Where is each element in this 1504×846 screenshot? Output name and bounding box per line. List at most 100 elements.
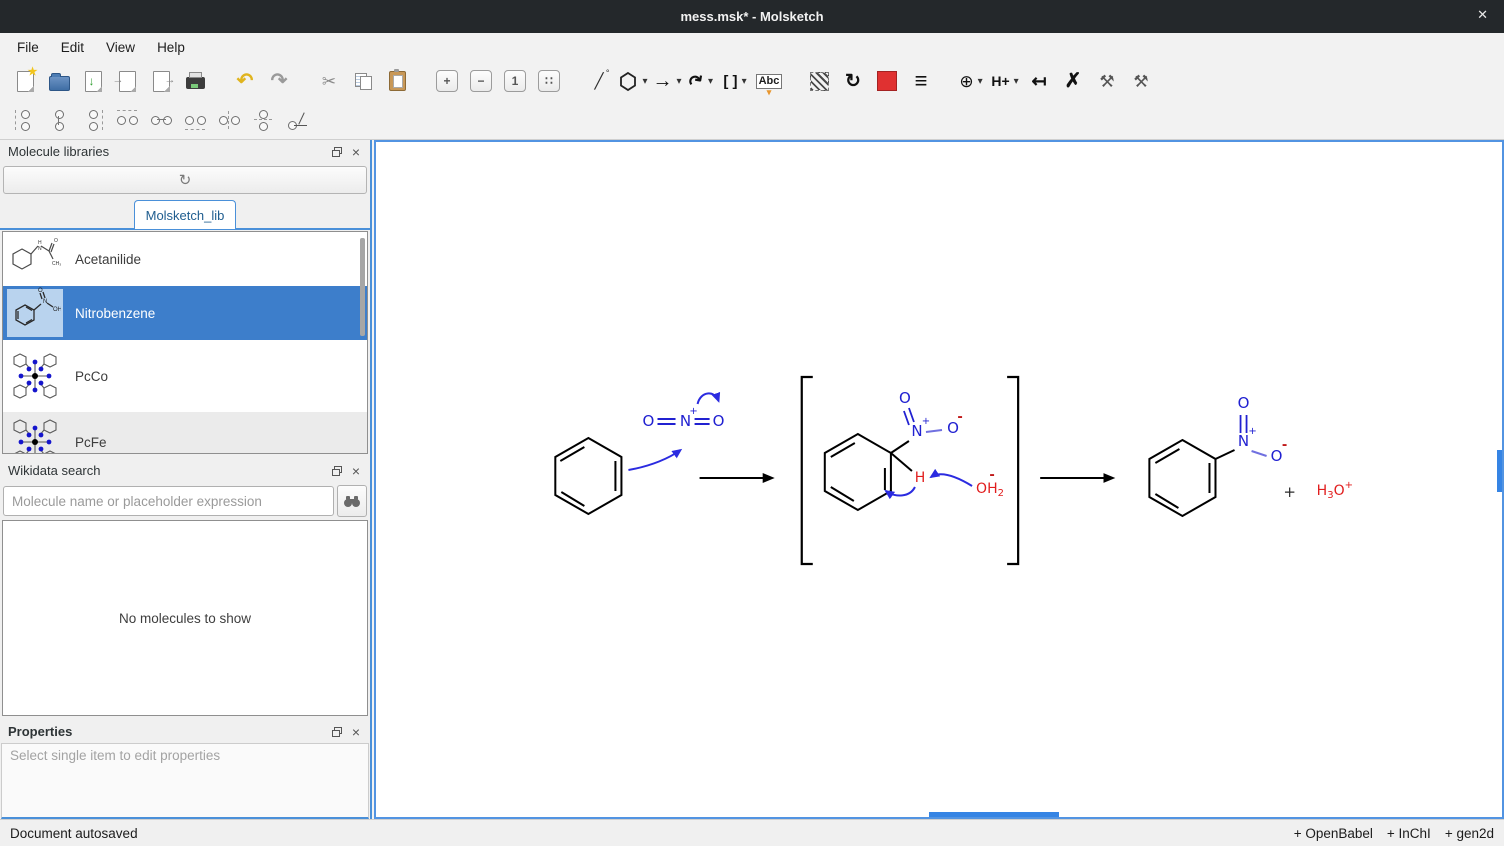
svg-text:+: + <box>922 416 930 427</box>
undo-button[interactable]: ↶ <box>228 65 262 97</box>
menu-help[interactable]: Help <box>146 40 196 55</box>
library-item-pcfe[interactable]: PcFe <box>3 412 367 454</box>
text-tool-button[interactable]: Abc <box>752 65 786 97</box>
align-left-button[interactable] <box>8 104 42 136</box>
zoom-fit-button[interactable]: ∷ <box>532 65 566 97</box>
merge-atoms-button[interactable] <box>144 104 178 136</box>
chevron-down-icon[interactable]: ▾ <box>642 76 647 87</box>
float-panel-icon[interactable] <box>332 727 342 737</box>
undo-icon: ↶ <box>237 71 254 91</box>
distribute-horizontally-button[interactable] <box>212 104 246 136</box>
delete-tool-button[interactable]: ✗ <box>1056 65 1090 97</box>
tab-molsketch-lib[interactable]: Molsketch_lib <box>134 200 236 229</box>
clean-selection-tool-button[interactable]: ⚒ <box>1124 65 1158 97</box>
close-panel-icon[interactable]: × <box>352 145 360 159</box>
charge-tool-icon: ⊕ <box>959 73 973 90</box>
menu-view[interactable]: View <box>95 40 146 55</box>
clean-structure-tool-button[interactable]: ⚒ <box>1090 65 1124 97</box>
new-document-button[interactable]: ★ <box>8 65 42 97</box>
arenium-intermediate[interactable]: O N + O - H <box>825 389 963 510</box>
chevron-down-icon[interactable]: ▾ <box>708 76 713 87</box>
nitronium-ion[interactable]: O N + O <box>643 406 725 430</box>
wikidata-panel-titlebar: Wikidata search × <box>0 459 370 482</box>
align-right-icon <box>82 109 104 131</box>
drawing-canvas[interactable]: O N + O <box>374 140 1504 819</box>
molecule-search-input[interactable] <box>3 486 334 516</box>
properties-panel-titlebar: Properties × <box>0 720 370 743</box>
mechanism-arrow-pi-shift[interactable] <box>698 393 719 404</box>
print-button[interactable] <box>178 65 212 97</box>
float-panel-icon[interactable] <box>332 466 342 476</box>
library-item-nitrobenzene[interactable]: NOOHNitrobenzene <box>3 286 367 340</box>
redo-button[interactable]: ↷ <box>262 65 296 97</box>
draw-bond-button[interactable]: ╱° <box>582 65 616 97</box>
canvas-horizontal-scrollbar[interactable] <box>929 812 1059 817</box>
paste-icon <box>389 71 406 91</box>
menu-bar: File Edit View Help <box>0 33 1504 62</box>
rotate-tool-button[interactable]: ↻ <box>836 65 870 97</box>
close-panel-icon[interactable]: × <box>352 725 360 739</box>
menu-file[interactable]: File <box>6 40 50 55</box>
product-nitrobenzene[interactable]: O N + O - <box>1149 394 1287 516</box>
align-bottom-button[interactable] <box>178 104 212 136</box>
svg-text:H3O+: H3O+ <box>1317 480 1353 501</box>
mechanism-arrow-tool-button[interactable]: ↷▾ <box>684 65 718 97</box>
open-file-button[interactable] <box>42 65 76 97</box>
mechanism-arrow-deprotonation[interactable] <box>931 474 972 486</box>
chevron-down-icon[interactable]: ▾ <box>1014 76 1019 87</box>
cut-button[interactable]: ✂ <box>312 65 346 97</box>
base-label[interactable]: OH2 - <box>976 468 1004 499</box>
libraries-panel-titlebar: Molecule libraries × <box>0 140 370 163</box>
set-bond-angle-button[interactable] <box>280 104 314 136</box>
library-item-acetanilide[interactable]: HNOCH₃Acetanilide <box>3 232 367 286</box>
selection-tool-button[interactable] <box>802 65 836 97</box>
copy-button[interactable] <box>346 65 380 97</box>
paste-button[interactable] <box>380 65 414 97</box>
align-right-button[interactable] <box>76 104 110 136</box>
menu-edit[interactable]: Edit <box>50 40 95 55</box>
svg-text:+: + <box>689 406 697 417</box>
reactant-benzene[interactable] <box>555 438 621 514</box>
flip-vertical-button[interactable] <box>42 104 76 136</box>
svg-text:CH₃: CH₃ <box>52 261 61 267</box>
left-dock: Molecule libraries × ↻ Molsketch_lib <box>0 140 372 819</box>
chevron-down-icon[interactable]: ▾ <box>742 76 747 87</box>
refresh-libraries-button[interactable]: ↻ <box>3 166 367 194</box>
close-panel-icon[interactable]: × <box>352 464 360 478</box>
molsketch-window: mess.msk* - Molsketch ✕ File Edit View H… <box>0 0 1504 846</box>
export-button[interactable]: → <box>144 65 178 97</box>
lone-pair-tool-button[interactable]: ↤ <box>1022 65 1056 97</box>
zoom-original-button[interactable]: 1 <box>498 65 532 97</box>
canvas-vertical-scrollbar[interactable] <box>1497 450 1502 492</box>
toolbar-separator <box>414 65 430 97</box>
distribute-vertically-button[interactable] <box>246 104 280 136</box>
import-button[interactable]: → <box>110 65 144 97</box>
color-swatch-icon <box>877 71 897 91</box>
chevron-down-icon[interactable]: ▾ <box>978 76 983 87</box>
mechanism-arrow-attack[interactable] <box>628 450 680 470</box>
save-button[interactable]: ↓ <box>76 65 110 97</box>
zoom-out-button[interactable]: − <box>464 65 498 97</box>
window-close-icon[interactable]: ✕ <box>1477 7 1488 23</box>
hydrogen-tool-button[interactable]: H+▾ <box>988 65 1022 97</box>
bracket-tool-button[interactable]: [ ]▾ <box>718 65 752 97</box>
search-button[interactable] <box>337 485 367 517</box>
nitrobenzene-structure-icon: NOOH <box>9 287 61 339</box>
align-top-button[interactable] <box>110 104 144 136</box>
charge-tool-button[interactable]: ⊕▾ <box>954 65 988 97</box>
line-width-button[interactable]: ≡ <box>904 65 938 97</box>
ring-tool-button[interactable]: ▾ <box>616 65 650 97</box>
float-panel-icon[interactable] <box>332 147 342 157</box>
zoom-in-button[interactable]: + <box>430 65 464 97</box>
print-icon <box>186 77 205 89</box>
chevron-down-icon[interactable]: ▾ <box>676 76 681 87</box>
set-bond-angle-icon <box>286 109 308 131</box>
reaction-arrow-tool-button[interactable]: →▾ <box>650 65 684 97</box>
wikidata-search-panel: Wikidata search × <box>0 459 370 717</box>
zoom-out-icon: − <box>470 70 492 92</box>
plugin-gen2d: + gen2d <box>1445 826 1494 841</box>
hydronium-label[interactable]: H3O+ <box>1317 480 1353 501</box>
library-item-pcco[interactable]: PcCo <box>3 340 367 412</box>
color-swatch-button[interactable] <box>870 65 904 97</box>
library-list-scrollbar[interactable] <box>360 238 365 336</box>
